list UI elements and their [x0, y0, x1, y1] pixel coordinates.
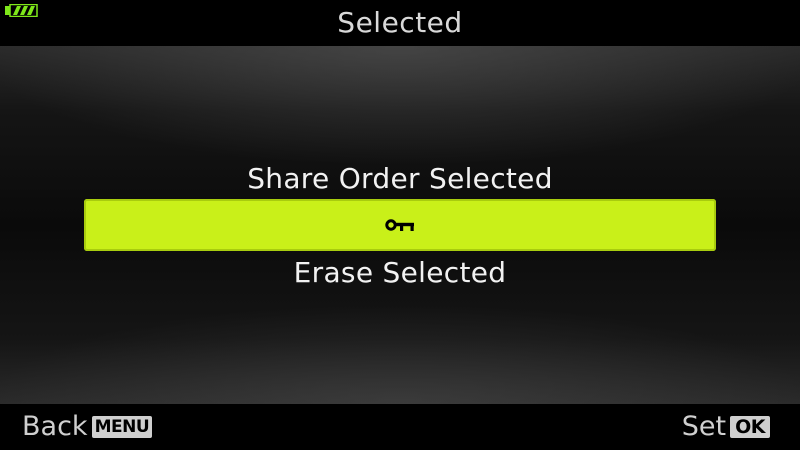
set-label: Set	[681, 411, 727, 442]
ok-button-badge: OK	[730, 416, 770, 438]
menu-item-erase-selected[interactable]: Erase Selected	[0, 256, 800, 289]
set-button[interactable]: Set OK	[682, 412, 770, 442]
title-bar: Selected	[0, 0, 800, 46]
menu-list: Share Order Selected Erase Selected	[0, 46, 800, 404]
menu-item-protect-selected[interactable]	[84, 199, 716, 251]
menu-button-badge: MENU	[91, 416, 153, 438]
back-label: Back	[22, 411, 88, 442]
back-button[interactable]: Back MENU	[22, 411, 153, 442]
protect-key-icon	[385, 219, 414, 231]
menu-item-share-order-selected[interactable]: Share Order Selected	[0, 162, 800, 195]
bottom-bar: Back MENU Set OK	[0, 404, 800, 450]
camera-menu-screen: Selected Share Order Selected Erase Sele…	[0, 0, 800, 450]
page-title: Selected	[337, 6, 463, 39]
menu-panel: Share Order Selected Erase Selected	[0, 46, 800, 404]
